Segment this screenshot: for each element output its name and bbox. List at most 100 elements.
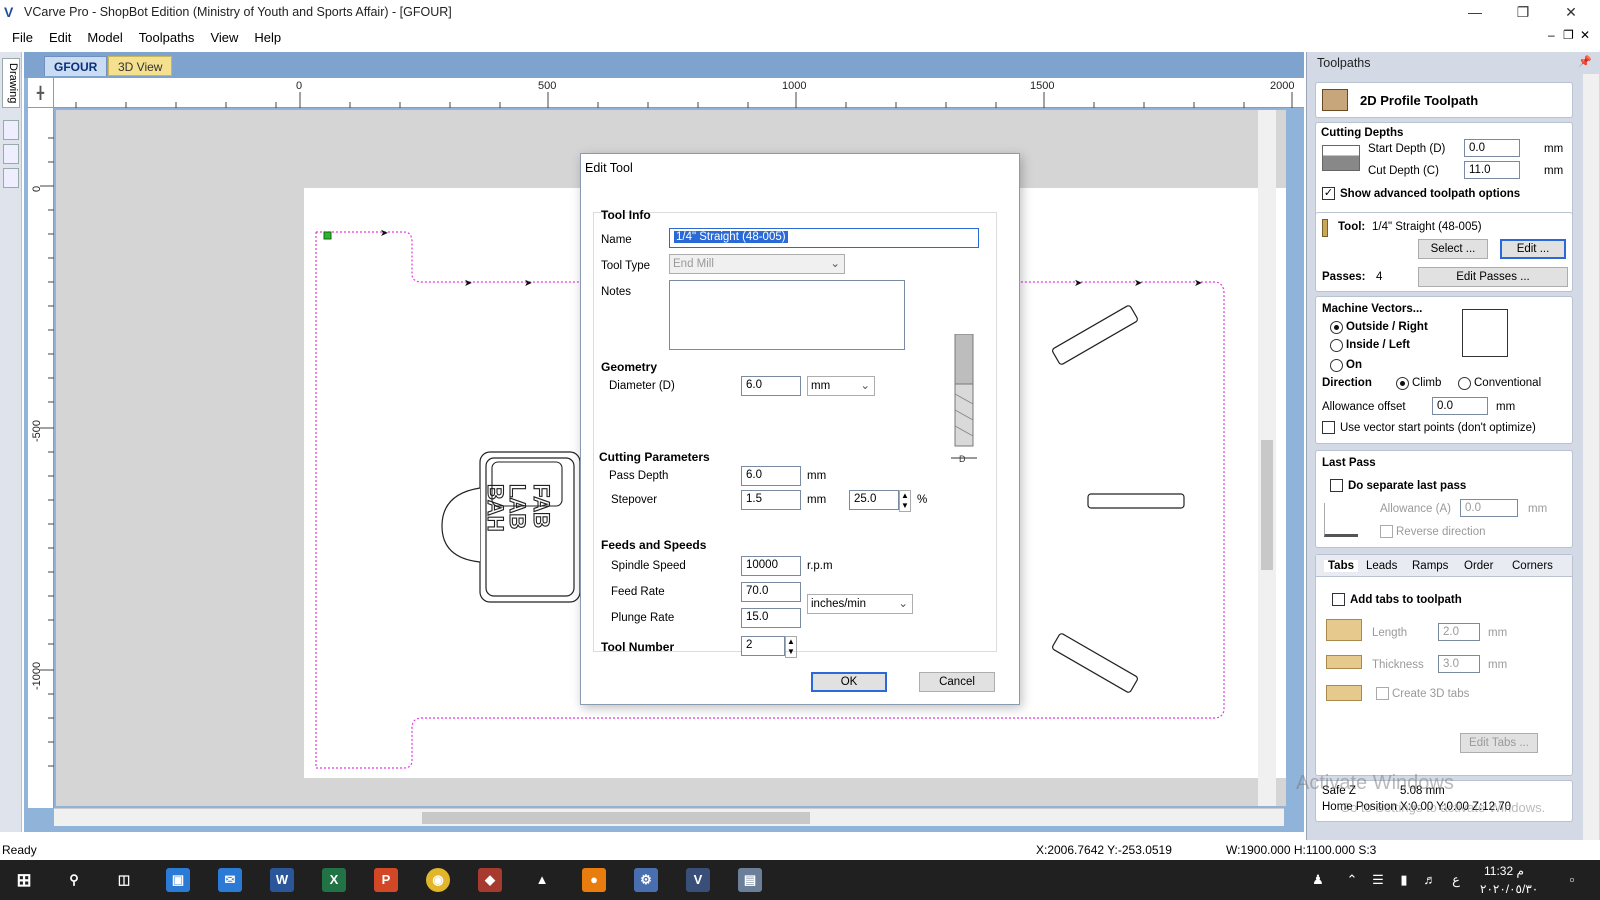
mail-icon[interactable]: ✉ (218, 868, 242, 892)
volume-icon[interactable]: ♬ (1418, 868, 1442, 892)
people-icon[interactable]: ♟ (1306, 868, 1330, 892)
horizontal-scrollbar[interactable] (54, 808, 1284, 826)
battery-icon[interactable]: ▮ (1392, 868, 1416, 892)
cancel-button[interactable]: Cancel (919, 672, 995, 692)
reverse-direction-checkbox[interactable] (1380, 525, 1393, 538)
app-icon[interactable]: ▲ (530, 868, 554, 892)
word-icon[interactable]: W (270, 868, 294, 892)
use-vector-start-checkbox[interactable] (1322, 421, 1335, 434)
show-advanced-checkbox[interactable]: ✓ (1322, 187, 1335, 200)
plunge-rate-field[interactable]: 15.0 (741, 608, 801, 628)
cut-depth-field[interactable]: 11.0 (1464, 161, 1520, 179)
notes-textarea[interactable] (669, 280, 905, 350)
store-icon[interactable]: ▣ (166, 868, 190, 892)
stepover-percent-field[interactable]: 25.0 (849, 490, 899, 510)
blender-icon[interactable]: ● (582, 868, 606, 892)
doc-restore-button[interactable]: ❐ (1563, 28, 1574, 42)
tab-corners[interactable]: Corners (1512, 560, 1553, 572)
menu-toolpaths[interactable]: Toolpaths (131, 30, 203, 45)
tool-type-select[interactable]: End Mill ⌄ (669, 254, 845, 274)
pass-depth-field[interactable]: 6.0 (741, 466, 801, 486)
tool-number-spinner[interactable]: ▲ ▼ (785, 636, 797, 658)
clock-date[interactable]: ٢٠٢٠/٠٥/٣٠ (1480, 882, 1538, 896)
stepover-field[interactable]: 1.5 (741, 490, 801, 510)
allowance-offset-field[interactable]: 0.0 (1432, 397, 1488, 415)
search-icon[interactable]: ⚲ (62, 868, 86, 892)
clock-time[interactable]: 11:32 م (1484, 864, 1524, 878)
rail-slot[interactable] (3, 144, 19, 164)
panel-scrollbar[interactable] (1583, 74, 1599, 840)
language-indicator[interactable]: ع (1444, 868, 1468, 892)
menu-file[interactable]: File (4, 30, 41, 45)
tab-ramps[interactable]: Ramps (1412, 560, 1448, 572)
minimize-button[interactable]: — (1452, 0, 1498, 24)
vertical-scrollbar[interactable] (1258, 110, 1276, 806)
ruler-origin-icon[interactable]: ╋ (28, 78, 54, 108)
notifications-icon[interactable]: ▫ (1560, 868, 1584, 892)
tool-name-field[interactable]: 1/4" Straight (48-005) (669, 228, 979, 248)
doc-minimize-button[interactable]: – (1548, 28, 1555, 42)
select-tool-button[interactable]: Select ... (1418, 239, 1488, 259)
menu-model[interactable]: Model (79, 30, 130, 45)
powerpoint-icon[interactable]: P (374, 868, 398, 892)
menu-help[interactable]: Help (246, 30, 289, 45)
close-button[interactable]: ✕ (1548, 0, 1594, 24)
conventional-radio[interactable] (1458, 377, 1471, 390)
outside-radio[interactable] (1330, 321, 1343, 334)
spindle-speed-field[interactable]: 10000 (741, 556, 801, 576)
tab-tabs[interactable]: Tabs (1324, 560, 1358, 572)
edit-passes-button[interactable]: Edit Passes ... (1418, 267, 1568, 287)
rail-slot[interactable] (3, 120, 19, 140)
thickness-units: mm (1488, 659, 1508, 671)
inside-radio[interactable] (1330, 339, 1343, 352)
allowance-a-field[interactable]: 0.0 (1460, 499, 1518, 517)
thickness-field[interactable]: 3.0 (1438, 655, 1480, 673)
drawing-tab[interactable]: Drawing (2, 58, 20, 108)
app-icon[interactable]: ⚙ (634, 868, 658, 892)
on-radio[interactable] (1330, 359, 1343, 372)
vcarve-icon[interactable]: V (686, 868, 710, 892)
chevron-down-icon: ⌄ (860, 380, 870, 392)
tab-leads[interactable]: Leads (1366, 560, 1397, 572)
climb-label: Climb (1412, 377, 1442, 389)
feed-rate-field[interactable]: 70.0 (741, 582, 801, 602)
rate-units-select[interactable]: inches/min ⌄ (807, 594, 913, 614)
edit-tabs-button[interactable]: Edit Tabs ... (1460, 733, 1538, 753)
tab-gfour[interactable]: GFOUR (44, 56, 108, 76)
doc-close-button[interactable]: ✕ (1580, 28, 1590, 42)
add-tabs-checkbox[interactable] (1332, 593, 1345, 606)
toolpath-title: 2D Profile Toolpath (1360, 93, 1479, 108)
tab-order[interactable]: Order (1464, 560, 1493, 572)
menu-edit[interactable]: Edit (41, 30, 79, 45)
chrome-icon[interactable]: ◉ (426, 868, 450, 892)
diameter-units-select[interactable]: mm ⌄ (807, 376, 875, 396)
tab-3d-view[interactable]: 3D View (108, 56, 173, 76)
tool-number-field[interactable]: 2 (741, 636, 785, 656)
climb-radio[interactable] (1396, 377, 1409, 390)
length-field[interactable]: 2.0 (1438, 623, 1480, 641)
task-view-icon[interactable]: ◫ (112, 868, 136, 892)
allowance-offset-units: mm (1496, 401, 1516, 413)
scroll-thumb[interactable] (1261, 440, 1273, 570)
rail-slot[interactable] (3, 168, 19, 188)
menu-view[interactable]: View (202, 30, 246, 45)
app-icon[interactable]: ◆ (478, 868, 502, 892)
scroll-thumb[interactable] (422, 812, 810, 824)
chevron-down-icon: ⌄ (830, 258, 840, 270)
ok-button[interactable]: OK (811, 672, 887, 692)
edit-tool-button[interactable]: Edit ... (1500, 239, 1566, 259)
windows-start-icon[interactable]: ⊞ (12, 868, 36, 892)
create-3d-tabs-checkbox[interactable] (1376, 687, 1389, 700)
restore-button[interactable]: ❐ (1500, 0, 1546, 24)
start-depth-field[interactable]: 0.0 (1464, 139, 1520, 157)
stepover-spinner[interactable]: ▲ ▼ (899, 490, 911, 512)
use-vector-start-label: Use vector start points (don't optimize) (1340, 422, 1536, 434)
network-icon[interactable]: ☰ (1366, 868, 1390, 892)
excel-icon[interactable]: X (322, 868, 346, 892)
do-separate-checkbox[interactable] (1330, 479, 1343, 492)
chevron-up-icon[interactable]: ⌃ (1340, 868, 1364, 892)
diameter-field[interactable]: 6.0 (741, 376, 801, 396)
app-icon[interactable]: ▤ (738, 868, 762, 892)
pin-icon[interactable]: 📌 (1578, 55, 1592, 68)
dialog-title: Edit Tool (585, 161, 633, 175)
